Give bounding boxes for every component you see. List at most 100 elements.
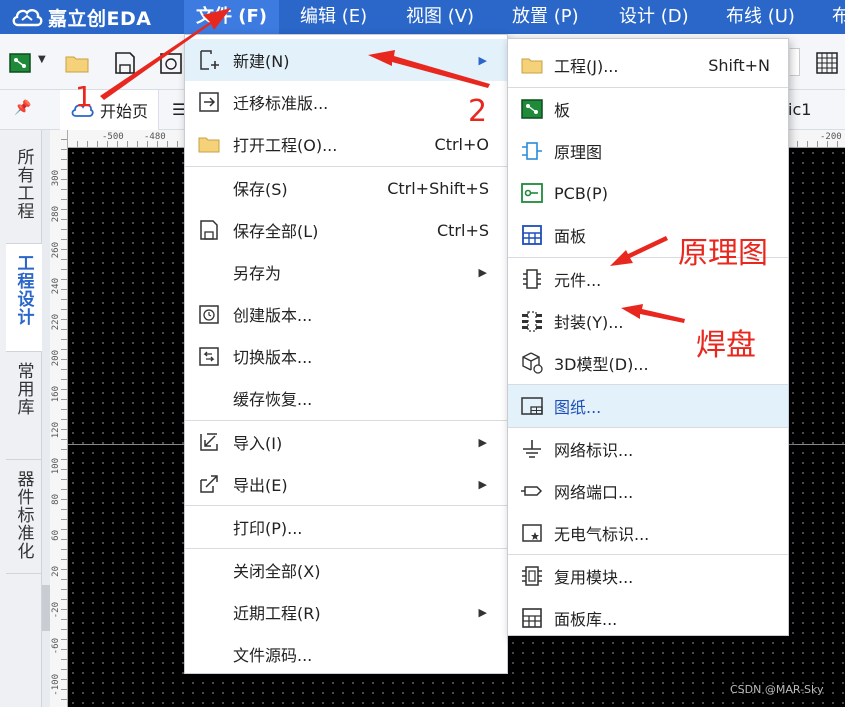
file-menu-item-import[interactable]: 导入(I) ▶ [185, 421, 507, 463]
new-menu-item-reuse-module[interactable]: 复用模块... [508, 555, 788, 597]
new-menu-item-net-label[interactable]: 网络标识... [508, 428, 788, 470]
new-menu-item-drawing-sheet[interactable]: 图纸... [508, 385, 788, 427]
open-folder-icon[interactable] [64, 50, 90, 76]
menu-edit[interactable]: 编辑 (E) [288, 0, 379, 34]
annotation-step-2: 2 [468, 94, 488, 129]
file-menu-item-open-project[interactable]: 打开工程(O)... Ctrl+O [185, 123, 507, 165]
3d-model-icon [522, 352, 543, 374]
menu-route[interactable]: 布线 (U) [714, 0, 807, 34]
app-logo[interactable]: 嘉立创EDA [10, 0, 151, 34]
app-title: 嘉立创EDA [48, 7, 152, 30]
grid-icon[interactable] [814, 50, 840, 76]
file-menu-item-print[interactable]: 打印(P)... [185, 506, 507, 548]
import-icon [200, 433, 218, 451]
menu-item-label: 板 [554, 101, 571, 120]
ruler-label: 80 [51, 494, 61, 505]
menu-item-label: 切换版本... [233, 348, 313, 367]
new-menu-item-panel-library[interactable]: 面板库... [508, 597, 788, 639]
ruler-label: 100 [51, 458, 61, 475]
file-menu-item-cache-restore[interactable]: 缓存恢复... [185, 377, 507, 419]
menu-item-label: 元件... [554, 271, 602, 290]
new-menu-item-non-electrical[interactable]: 无电气标识... [508, 512, 788, 554]
new-menu-item-project[interactable]: 工程(J)... Shift+N [508, 44, 788, 86]
annotation-schematic-note: 原理图 [678, 236, 768, 271]
menu-item-label: 关闭全部(X) [233, 562, 321, 581]
menu-file[interactable]: 文件 (F) [184, 0, 280, 34]
ruler-label: -20 [51, 602, 61, 619]
file-menu-item-close-all[interactable]: 关闭全部(X) [185, 549, 507, 591]
save-icon[interactable] [112, 50, 138, 76]
file-menu-item-migrate[interactable]: 迁移标准版... [185, 81, 507, 123]
version-icon[interactable] [158, 50, 184, 76]
submenu-arrow-icon: ▶ [478, 477, 487, 491]
ruler-label: 260 [51, 242, 61, 259]
export-icon [200, 475, 218, 493]
migrate-icon [199, 92, 219, 112]
drawing-sheet-icon [521, 397, 543, 415]
menu-item-label: 迁移标准版... [233, 94, 329, 113]
save-all-icon [200, 220, 218, 240]
reuse-module-icon [522, 566, 542, 586]
folder-icon [198, 137, 220, 153]
menu-place[interactable]: 放置 (P) [500, 0, 591, 34]
file-menu-item-save[interactable]: 保存(S) Ctrl+Shift+S [185, 167, 507, 209]
left-sidebar: 所有工程 工程设计 常用库 器件标准化 [0, 130, 42, 707]
menu-item-label: 无电气标识... [554, 525, 650, 544]
file-menu-item-new[interactable]: 新建(N) ▶ [185, 39, 507, 81]
ruler-label: -480 [144, 132, 166, 142]
file-menu-item-file-source[interactable]: 文件源码... [185, 633, 507, 675]
menu-item-label: 保存(S) [233, 180, 288, 199]
menu-view[interactable]: 视图 (V) [394, 0, 486, 34]
menu-design[interactable]: 设计 (D) [607, 0, 701, 34]
new-menu-item-net-port[interactable]: 网络端口... [508, 470, 788, 512]
file-menu-item-save-as[interactable]: 另存为 ▶ [185, 251, 507, 293]
ruler-label: 60 [51, 530, 61, 541]
cloud-logo-icon [12, 9, 43, 27]
new-project-icon[interactable] [8, 50, 34, 76]
dropdown-caret-icon[interactable]: ▼ [38, 54, 46, 65]
file-menu-item-switch-version[interactable]: 切换版本... [185, 335, 507, 377]
submenu-arrow-icon: ▶ [478, 265, 487, 279]
menu-item-label: 网络端口... [554, 483, 634, 502]
file-menu-item-create-version[interactable]: 创建版本... [185, 293, 507, 335]
menu-item-label: 保存全部(L) [233, 222, 319, 241]
sidebar-item-common-library[interactable]: 常用库 [6, 352, 42, 460]
file-menu-item-export[interactable]: 导出(E) ▶ [185, 463, 507, 505]
sidebar-item-device-standardization[interactable]: 器件标准化 [6, 460, 42, 574]
menu-item-label: 网络标识... [554, 441, 634, 460]
create-version-icon [199, 305, 219, 324]
pin-icon[interactable]: 📌 [14, 100, 31, 116]
new-menu-item-board[interactable]: 板 [508, 88, 788, 130]
file-menu-item-save-all[interactable]: 保存全部(L) Ctrl+S [185, 209, 507, 251]
new-menu-item-pcb[interactable]: PCB(P) [508, 172, 788, 214]
sidebar-collapse-handle[interactable] [42, 585, 50, 631]
annotation-pad-note: 焊盘 [696, 328, 756, 363]
pcb-icon [521, 183, 543, 203]
menu-item-label: 面板 [554, 227, 587, 246]
ruler-label: -500 [102, 132, 124, 142]
menu-item-label: 面板库... [554, 610, 618, 629]
menu-item-label: 原理图 [554, 143, 603, 162]
menu-item-label: 导入(I) [233, 434, 283, 453]
menubar: 嘉立创EDA 文件 (F) 编辑 (E) 视图 (V) 放置 (P) 设计 (D… [0, 0, 845, 34]
ruler-label: 240 [51, 278, 61, 295]
ruler-label: -60 [51, 638, 61, 655]
sidebar-label: 器件标准化 [13, 470, 34, 560]
menu-item-shortcut: Shift+N [708, 55, 770, 75]
toolbar-search-edge[interactable] [790, 48, 800, 76]
net-label-icon [523, 440, 541, 458]
new-menu-item-schematic[interactable]: 原理图 [508, 130, 788, 172]
ruler-label: 160 [51, 386, 61, 403]
schematic-icon [522, 142, 542, 160]
menu-item-label: 另存为 [233, 264, 282, 283]
menu-item-label: 缓存恢复... [233, 390, 313, 409]
menu-more[interactable]: 布 [820, 0, 845, 34]
tab-schematic-label[interactable]: ic1 [788, 90, 811, 130]
watermark: CSDN @MAR-Sky [730, 683, 824, 696]
menu-item-shortcut: Ctrl+Shift+S [387, 178, 489, 198]
sidebar-item-all-projects[interactable]: 所有工程 [6, 138, 42, 244]
sidebar-item-project-design[interactable]: 工程设计 [6, 244, 42, 352]
ruler-label: 200 [51, 350, 61, 367]
file-menu-item-recent-projects[interactable]: 近期工程(R) ▶ [185, 591, 507, 633]
menu-item-shortcut: Ctrl+O [434, 134, 489, 154]
